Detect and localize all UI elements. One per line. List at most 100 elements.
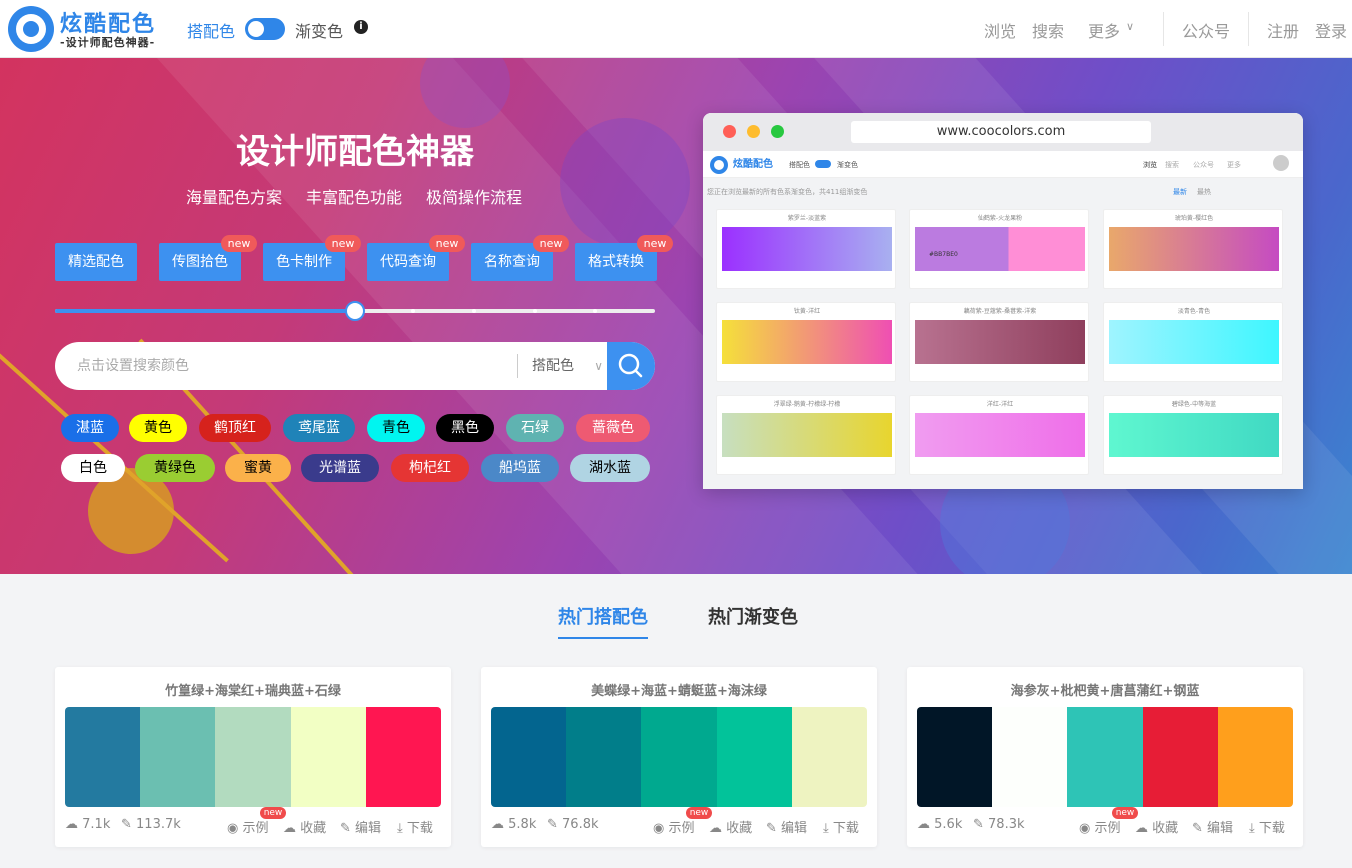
palette-footer: ☁ 7.1k ✎ 113.7k ◉ 示例 ☁ 收藏 ✎ 编辑 ⤓ 下载	[65, 817, 441, 836]
color-chip[interactable]: 鹤顶红	[199, 414, 271, 442]
likes-count-label: 5.8k	[508, 817, 537, 832]
hero-banner: 设计师配色神器 海量配色方案 丰富配色功能 极简操作流程 精选配色 传图拾色 色…	[0, 58, 1352, 574]
info-icon[interactable]: i	[354, 20, 368, 34]
color-swatch[interactable]	[641, 707, 717, 807]
color-swatch[interactable]	[992, 707, 1068, 807]
color-swatch[interactable]	[215, 707, 291, 807]
preview-mode-right: 渐变色	[837, 161, 858, 169]
preview-tab: 最新	[1173, 188, 1187, 196]
color-chip[interactable]: 光谱蓝	[301, 454, 379, 482]
slider-step	[593, 309, 597, 313]
color-chip[interactable]: 湛蓝	[61, 414, 119, 442]
color-swatch[interactable]	[1142, 707, 1218, 807]
example-button[interactable]: ◉ 示例	[227, 817, 269, 836]
search-bar: 搭配色 ∨	[55, 342, 655, 390]
site-logo[interactable]: 炫酷配色 -设计师配色神器-	[8, 6, 168, 54]
example-button[interactable]: ◉ 示例	[1079, 817, 1121, 836]
color-chip[interactable]: 鸢尾蓝	[283, 414, 355, 442]
color-chip[interactable]: 青色	[367, 414, 425, 442]
mode-toggle[interactable]	[245, 18, 285, 40]
edit-button-label: 编辑	[1207, 821, 1234, 836]
nav-register[interactable]: 注册	[1267, 18, 1299, 42]
color-chip[interactable]: 湖水蓝	[570, 454, 650, 482]
preview-card-gradient: #BB7BE0	[915, 227, 1085, 271]
preview-card: 碧绿色-中等海蓝	[1103, 395, 1283, 475]
palette-card[interactable]: 海参灰+枇杷黄+唐菖蒲红+钢蓝 new ☁ 5.6k ✎ 78.3k ◉ 示例 ☁ 收藏 ✎…	[907, 667, 1303, 847]
color-swatch[interactable]	[917, 707, 993, 807]
favorite-button-label: 收藏	[1152, 821, 1179, 836]
palette-card[interactable]: 竹篁绿+海棠红+瑞典蓝+石绿 new ☁ 7.1k ✎ 113.7k ◉ 示例 ☁ 收藏 ✎…	[55, 667, 451, 847]
download-button[interactable]: ⤓ 下载	[397, 817, 433, 836]
slider-handle[interactable]	[345, 301, 365, 321]
nav-browse[interactable]: 浏览	[984, 18, 1016, 42]
search-input[interactable]	[55, 342, 515, 390]
example-button-label: 示例	[668, 821, 695, 836]
color-chip[interactable]: 黄色	[129, 414, 187, 442]
color-swatch[interactable]	[140, 707, 216, 807]
example-button[interactable]: ◉ 示例	[653, 817, 695, 836]
slider-fill	[55, 309, 355, 313]
preview-nav: 公众号	[1193, 161, 1214, 169]
preview-card-footer	[915, 276, 1085, 284]
color-chip[interactable]: 枸杞红	[391, 454, 469, 482]
favorite-button[interactable]: ☁ 收藏	[1135, 817, 1178, 836]
color-chip[interactable]: 蔷薇色	[576, 414, 650, 442]
preview-nav: 搜索	[1165, 161, 1179, 169]
nav-more[interactable]: 更多	[1088, 18, 1120, 42]
color-count-slider[interactable]	[55, 301, 655, 321]
cloud-icon: ☁	[65, 817, 83, 832]
favorite-button[interactable]: ☁ 收藏	[283, 817, 326, 836]
color-chip[interactable]: 黑色	[436, 414, 494, 442]
views-count-label: 78.3k	[988, 817, 1025, 832]
preview-card-title: 藕荷紫-豆蔻紫-桑葚紫-洋紫	[963, 308, 1037, 315]
preview-card-gradient	[722, 227, 892, 271]
preview-card-footer	[915, 369, 1085, 377]
divider	[1248, 12, 1249, 46]
mode-match-label[interactable]: 搭配色	[187, 18, 235, 42]
edit-button[interactable]: ✎ 编辑	[340, 817, 381, 836]
search-button[interactable]	[607, 342, 655, 390]
color-chip[interactable]: 船坞蓝	[481, 454, 559, 482]
nav-login[interactable]: 登录	[1315, 18, 1347, 42]
preview-card-footer	[1109, 462, 1279, 470]
tab-hot-gradient[interactable]: 热门渐变色	[708, 603, 798, 629]
edit-button[interactable]: ✎ 编辑	[1192, 817, 1233, 836]
preview-card: 钛黄-洋红	[716, 302, 896, 382]
search-icon	[618, 353, 643, 378]
favorite-button[interactable]: ☁ 收藏	[709, 817, 752, 836]
color-swatch[interactable]	[491, 707, 567, 807]
color-swatch[interactable]	[365, 707, 441, 807]
nav-search[interactable]: 搜索	[1032, 18, 1064, 42]
color-chip[interactable]: 石绿	[506, 414, 564, 442]
color-swatch[interactable]	[1067, 707, 1143, 807]
palette-title[interactable]: 美蝶绿+海蓝+蜻蜓蓝+海沫绿	[481, 680, 877, 699]
color-chip[interactable]: 蜜黄	[225, 454, 291, 482]
color-swatch[interactable]	[1217, 707, 1293, 807]
palette-title[interactable]: 竹篁绿+海棠红+瑞典蓝+石绿	[55, 680, 451, 699]
chevron-down-icon[interactable]: ∨	[1126, 20, 1134, 33]
download-button[interactable]: ⤓ 下载	[823, 817, 859, 836]
feature-featured-button[interactable]: 精选配色	[55, 243, 137, 281]
color-chip[interactable]: 黄绿色	[135, 454, 215, 482]
cloud-icon: ☁	[491, 817, 509, 832]
eye-icon: ◉	[1079, 821, 1095, 836]
color-swatch[interactable]	[566, 707, 642, 807]
color-swatch[interactable]	[791, 707, 867, 807]
palette-title[interactable]: 海参灰+枇杷黄+唐菖蒲红+钢蓝	[907, 680, 1303, 699]
color-swatch[interactable]	[290, 707, 366, 807]
color-swatch[interactable]	[716, 707, 792, 807]
edit-button[interactable]: ✎ 编辑	[766, 817, 807, 836]
color-swatch[interactable]	[65, 707, 141, 807]
favorite-button-label: 收藏	[726, 821, 753, 836]
search-type-select[interactable]: 搭配色 ∨	[517, 354, 607, 378]
preview-card-title: 淡青色-青色	[1177, 308, 1211, 315]
palette-card[interactable]: 美蝶绿+海蓝+蜻蜓蓝+海沫绿 new ☁ 5.8k ✎ 76.8k ◉ 示例 ☁ 收藏 ✎ …	[481, 667, 877, 847]
color-chip[interactable]: 白色	[61, 454, 125, 482]
preview-card-title: 琥珀黄-樱红色	[1174, 215, 1214, 222]
mode-gradient-label[interactable]: 渐变色	[295, 18, 343, 42]
download-button[interactable]: ⤓ 下载	[1249, 817, 1285, 836]
preview-card-gradient	[1109, 320, 1279, 364]
nav-public-account[interactable]: 公众号	[1182, 18, 1230, 42]
palette-swatches	[491, 707, 867, 807]
tab-hot-match[interactable]: 热门搭配色	[558, 603, 648, 639]
